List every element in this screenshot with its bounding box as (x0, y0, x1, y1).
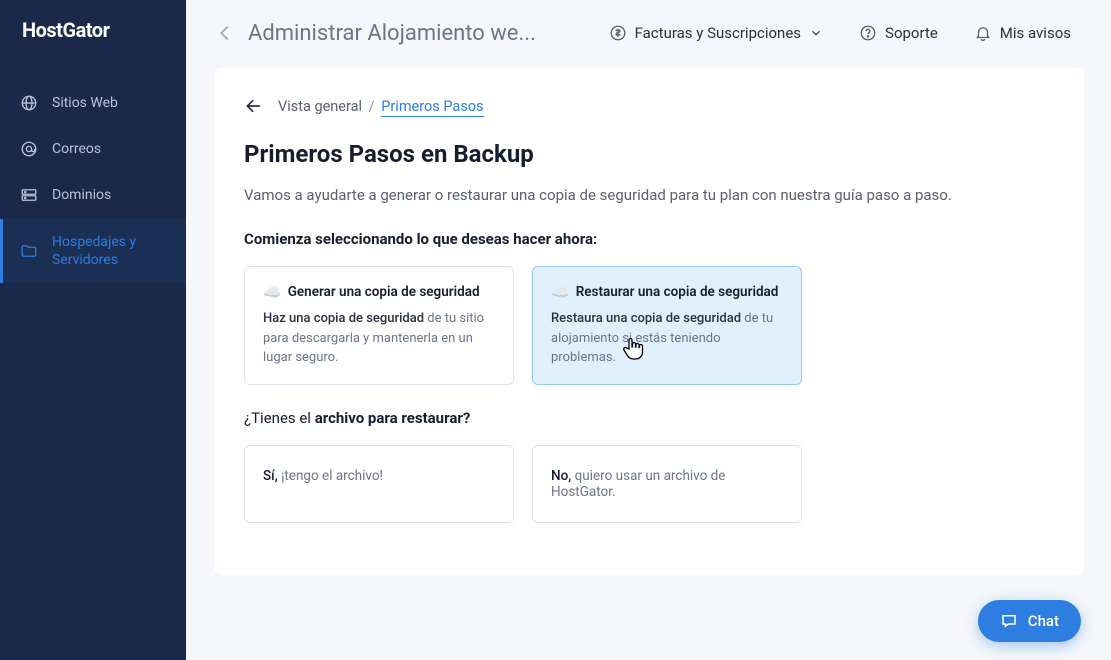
cloud-upload-icon: ☁️ (263, 283, 282, 301)
card-have-file[interactable]: Sí, ¡tengo el archivo! (244, 445, 514, 523)
file-option-cards: Sí, ¡tengo el archivo! No, quiero usar u… (244, 445, 1054, 523)
breadcrumb-root[interactable]: Vista general (278, 98, 362, 115)
sidebar-item-domains[interactable]: Dominios (0, 172, 186, 218)
back-arrow-icon[interactable] (214, 22, 236, 44)
content-panel: Vista general / Primeros Pasos Primeros … (214, 68, 1084, 575)
card-use-hostgator-file[interactable]: No, quiero usar un archivo de HostGator. (532, 445, 802, 523)
cloud-download-icon: ☁️ (551, 283, 570, 301)
chevron-down-icon (809, 26, 823, 40)
chat-label: Chat (1028, 612, 1059, 630)
breadcrumb-row: Vista general / Primeros Pasos (244, 96, 1054, 116)
card-description: Restaura una copia de seguridad de tu al… (551, 309, 783, 368)
brand-logo[interactable]: HostGator (0, 0, 186, 60)
card-line: No, quiero usar un archivo de HostGator. (551, 468, 783, 500)
topbar-support-label: Soporte (885, 24, 938, 42)
sidebar-item-label: Sitios Web (52, 94, 118, 112)
topbar-billing-link[interactable]: Facturas y Suscripciones (597, 24, 835, 42)
card-generate-backup[interactable]: ☁️ Generar una copia de seguridad Haz un… (244, 266, 514, 385)
topbar-title: Administrar Alojamiento we... (248, 21, 536, 46)
help-circle-icon (859, 24, 877, 42)
breadcrumb-back-icon[interactable] (244, 96, 264, 116)
topbar-support-link[interactable]: Soporte (847, 24, 950, 42)
action-cards: ☁️ Generar una copia de seguridad Haz un… (244, 266, 1054, 385)
topbar: Administrar Alojamiento we... Facturas y… (186, 0, 1111, 66)
page-title: Primeros Pasos en Backup (244, 140, 1054, 168)
restore-file-question: ¿Tienes el archivo para restaurar? (244, 409, 1054, 427)
bell-icon (974, 24, 992, 42)
folder-icon (20, 242, 38, 260)
breadcrumb-current: Primeros Pasos (381, 98, 483, 117)
globe-icon (20, 94, 38, 112)
card-title: ☁️ Generar una copia de seguridad (263, 283, 495, 301)
topbar-notices-label: Mis avisos (1000, 24, 1071, 42)
sidebar-nav: Sitios Web Correos Dominios Hospedajes y… (0, 60, 186, 283)
page-description: Vamos a ayudarte a generar o restaurar u… (244, 186, 1054, 204)
dollar-circle-icon (609, 24, 627, 42)
breadcrumb-separator: / (369, 98, 375, 115)
section-title-action: Comienza seleccionando lo que deseas hac… (244, 230, 1054, 248)
sidebar: HostGator Sitios Web Correos Dominios Ho… (0, 0, 186, 660)
at-icon (20, 140, 38, 158)
sidebar-item-hosting[interactable]: Hospedajes y Servidores (0, 219, 186, 283)
breadcrumb: Vista general / Primeros Pasos (278, 98, 484, 115)
topbar-billing-label: Facturas y Suscripciones (635, 24, 801, 42)
chat-button[interactable]: Chat (978, 600, 1081, 642)
sidebar-item-sites[interactable]: Sitios Web (0, 80, 186, 126)
card-line: Sí, ¡tengo el archivo! (263, 468, 495, 484)
sidebar-item-label: Dominios (52, 186, 111, 204)
sidebar-item-label: Correos (52, 140, 101, 158)
topbar-notices-link[interactable]: Mis avisos (962, 24, 1083, 42)
chat-icon (1000, 612, 1018, 630)
card-title: ☁️ Restaurar una copia de seguridad (551, 283, 783, 301)
server-icon (20, 186, 38, 204)
card-title-text: Restaurar una copia de seguridad (576, 284, 779, 300)
card-restore-backup[interactable]: ☁️ Restaurar una copia de seguridad Rest… (532, 266, 802, 385)
card-description: Haz una copia de seguridad de tu sitio p… (263, 309, 495, 368)
card-title-text: Generar una copia de seguridad (288, 284, 480, 300)
sidebar-item-label: Hospedajes y Servidores (52, 233, 166, 269)
sidebar-item-mail[interactable]: Correos (0, 126, 186, 172)
